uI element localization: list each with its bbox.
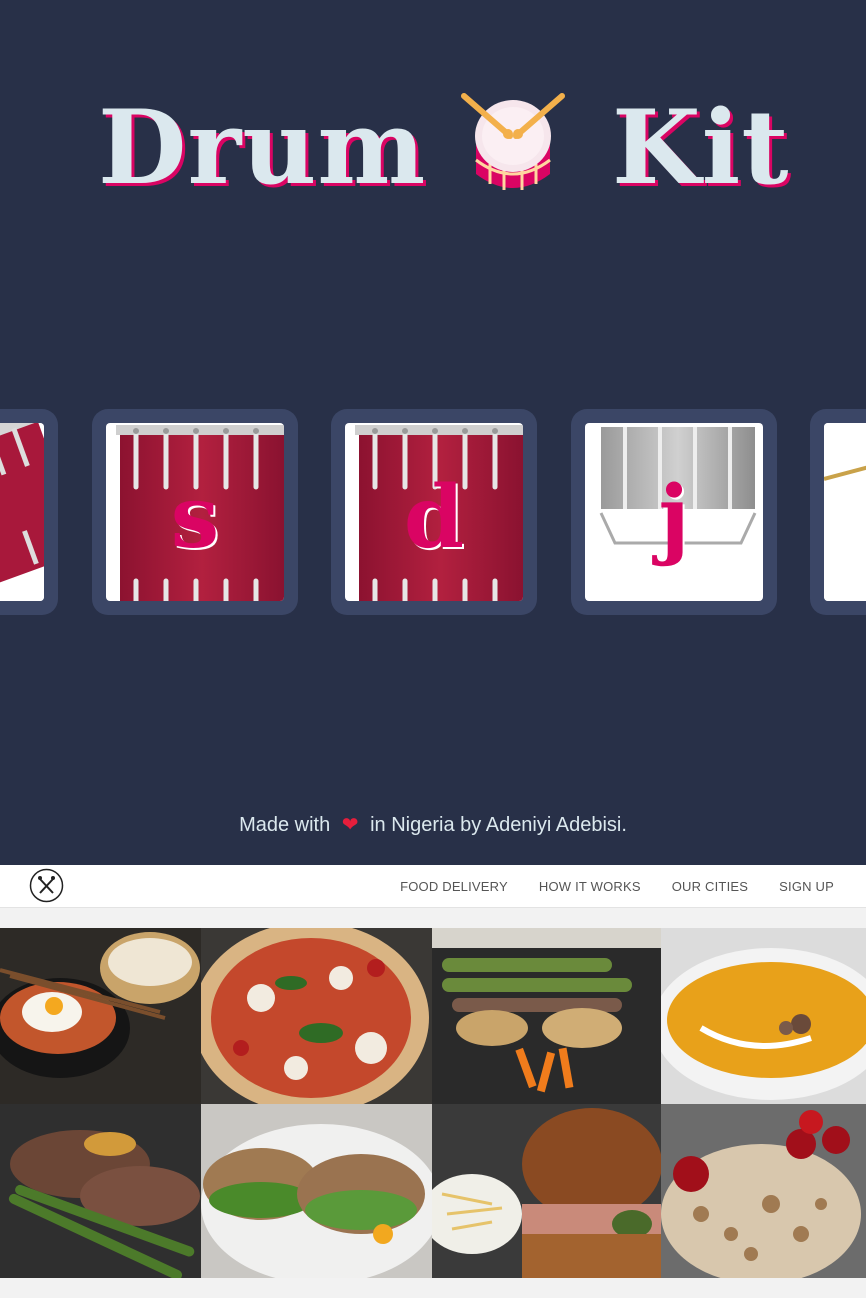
tom-drum-image: a <box>0 423 44 601</box>
page-bottom <box>0 1279 866 1298</box>
drum-button-k[interactable]: k <box>810 409 866 615</box>
tom-drum-image: d <box>345 423 523 601</box>
drum-key-label: d <box>403 466 465 568</box>
drum-key-label: j <box>658 466 690 568</box>
drum-buttons: a <box>0 409 866 615</box>
granola-cherries-photo <box>661 1104 866 1278</box>
chicken-asparagus-photo <box>432 928 661 1104</box>
soup-photo <box>661 928 866 1104</box>
credit-prefix: Made with <box>239 814 331 836</box>
drum-button-s[interactable]: s <box>92 409 298 615</box>
nav-food-delivery[interactable]: FOOD DELIVERY <box>400 879 508 894</box>
drum-icon <box>461 93 565 190</box>
snare-drum-image: j <box>585 423 763 601</box>
title-drum: Drum <box>98 88 427 208</box>
steak-photo <box>0 1104 201 1278</box>
nav-sign-up[interactable]: SIGN UP <box>779 879 834 894</box>
heart-icon: ❤ <box>341 814 359 836</box>
bibimbap-photo <box>0 928 201 1104</box>
crash-drum-image: k <box>824 423 866 601</box>
burger-photo <box>432 1104 661 1278</box>
tom-drum-image: s <box>106 423 284 601</box>
drum-key-label: s <box>170 466 220 568</box>
drum-kit-section: Drum Kit s d j Made with ❤ in Nigeria by… <box>0 0 866 865</box>
page-title: Drum Kit <box>0 88 866 208</box>
main-nav: FOOD DELIVERY HOW IT WORKS OUR CITIES SI… <box>400 865 834 907</box>
drum-button-a[interactable]: a <box>0 409 58 615</box>
sandwich-photo <box>201 1104 432 1278</box>
meals-showcase <box>0 928 866 1278</box>
footer-credit: Made with ❤ in Nigeria by Adeniyi Adebis… <box>0 812 866 837</box>
drum-button-j[interactable]: j <box>571 409 777 615</box>
drum-button-d[interactable]: d <box>331 409 537 615</box>
nav-how-it-works[interactable]: HOW IT WORKS <box>539 879 641 894</box>
omnifood-logo-icon[interactable] <box>29 868 64 903</box>
credit-suffix: in Nigeria by Adeniyi Adebisi. <box>370 814 627 836</box>
nav-our-cities[interactable]: OUR CITIES <box>672 879 748 894</box>
title-kit: Kit <box>612 88 790 208</box>
pizza-photo <box>201 928 432 1104</box>
site-navbar: FOOD DELIVERY HOW IT WORKS OUR CITIES SI… <box>0 865 866 908</box>
